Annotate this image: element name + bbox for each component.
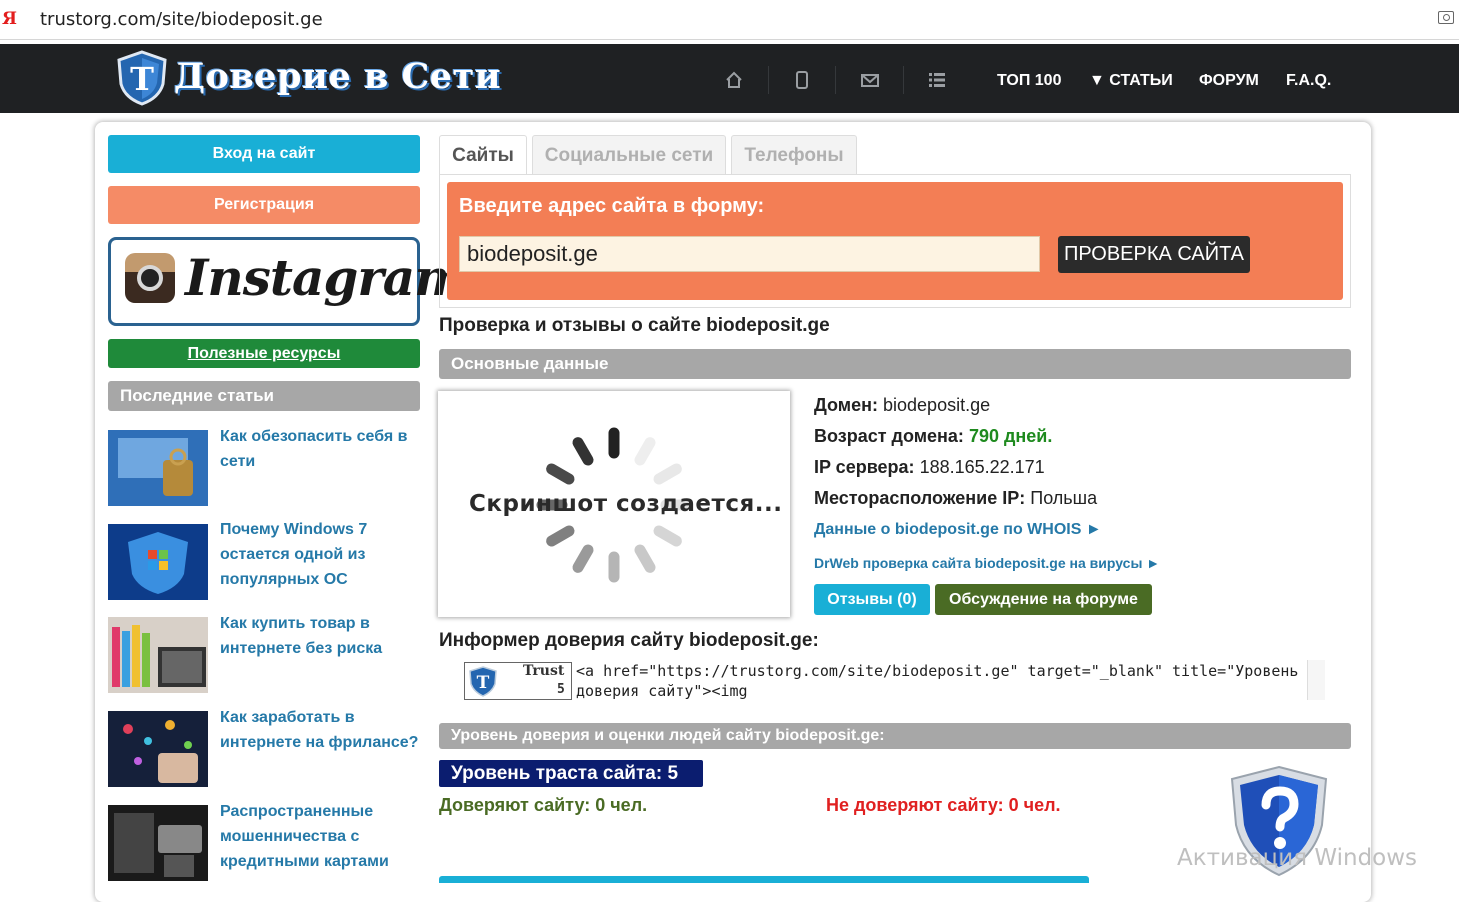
article-link[interactable]: Как купить товар в интернете без риска — [220, 611, 420, 661]
article-link[interactable]: Почему Windows 7 остается одной из попул… — [220, 517, 420, 592]
trust-section-header: Уровень доверия и оценки людей сайту bio… — [439, 723, 1351, 749]
server-ip-row: IP сервера: 188.165.22.171 — [814, 457, 1045, 478]
logo-letter: Т — [130, 60, 154, 98]
nav-articles[interactable]: ▼ СТАТЬИ — [1089, 72, 1173, 90]
nav-forum[interactable]: ФОРУМ — [1199, 72, 1259, 90]
yandex-icon: Я — [2, 9, 17, 29]
domain-row: Домен: biodeposit.ge — [814, 395, 990, 416]
article-thumbnail[interactable] — [108, 805, 208, 881]
trust-logo-icon: Т — [469, 666, 497, 697]
register-button[interactable]: Регистрация — [108, 186, 420, 224]
informer-heading: Информер доверия сайту biodeposit.ge: — [439, 630, 819, 651]
basic-data-header: Основные данные — [439, 349, 1351, 379]
instagram-icon — [125, 253, 175, 303]
article-thumbnail[interactable] — [108, 524, 208, 600]
article-link[interactable]: Как обезопасить себя в сети — [220, 424, 420, 474]
tab-phones[interactable]: Телефоны — [731, 135, 857, 175]
trust-yes-count: Доверяют сайту: 0 чел. — [439, 795, 648, 815]
textarea-scrollbar[interactable] — [1307, 660, 1325, 700]
badge-logo-letter: Т — [477, 673, 490, 693]
ip-label: IP сервера: — [814, 457, 915, 477]
drweb-link[interactable]: DrWeb проверка сайта biodeposit.ge на ви… — [814, 555, 1160, 571]
nav-faq[interactable]: F.A.Q. — [1286, 72, 1331, 90]
form-label: Введите адрес сайта в форму: — [459, 195, 765, 217]
nav-separator — [903, 66, 904, 94]
home-icon[interactable] — [724, 70, 744, 90]
screenshot-placeholder: Скриншот создается... — [438, 391, 790, 617]
article-thumbnail[interactable] — [108, 617, 208, 693]
useful-resources-link[interactable]: Полезные ресурсы — [108, 339, 420, 368]
tab-sites[interactable]: Сайты — [439, 135, 527, 175]
nav-top100[interactable]: ТОП 100 — [997, 72, 1061, 90]
forum-discussion-button[interactable]: Обсуждение на форуме — [935, 584, 1152, 615]
site-title[interactable]: Доверие в Сети — [174, 56, 501, 97]
login-button[interactable]: Вход на сайт — [108, 135, 420, 173]
instagram-label: Instagram — [185, 248, 467, 307]
informer-code-textarea[interactable]: <a href="https://trustorg.com/site/biode… — [574, 660, 1326, 700]
trust-no-count: Не доверяют сайту: 0 чел. — [826, 795, 1061, 815]
check-site-button[interactable]: ПРОВЕРКА САЙТА — [1058, 236, 1250, 273]
whois-link[interactable]: Данные о biodeposit.ge по WHOIS ► — [814, 521, 1102, 539]
badge-trust-number: 5 — [557, 682, 565, 697]
mail-icon[interactable] — [860, 70, 880, 90]
trust-informer-badge: Т Trust 5 — [464, 662, 572, 700]
mobile-icon[interactable] — [792, 70, 812, 90]
domain-label: Домен: — [814, 395, 878, 415]
article-link[interactable]: Распространенные мошенничества с кредитн… — [220, 799, 420, 874]
site-logo-shield[interactable]: Т — [115, 50, 169, 106]
article-thumbnail[interactable] — [108, 430, 208, 506]
age-value: 790 дней. — [968, 426, 1053, 446]
site-address-input[interactable] — [459, 236, 1040, 272]
last-articles-header: Последние статьи — [108, 381, 420, 411]
age-label: Возраст домена: — [814, 426, 964, 446]
ip-location-row: Месторасположение IP: Польша — [814, 488, 1097, 509]
url-text[interactable]: trustorg.com/site/biodeposit.ge — [40, 9, 323, 30]
instagram-banner[interactable]: Instagram — [108, 237, 467, 326]
screenshot-icon[interactable] — [1438, 11, 1454, 24]
tab-social-networks[interactable]: Социальные сети — [532, 135, 726, 175]
page-heading: Проверка и отзывы о сайте biodeposit.ge — [439, 315, 830, 336]
location-label: Месторасположение IP: — [814, 488, 1026, 508]
nav-separator — [768, 66, 769, 94]
list-icon[interactable] — [927, 70, 947, 90]
reviews-button[interactable]: Отзывы (0) — [814, 584, 930, 615]
trust-level-badge: Уровень траста сайта: 5 — [439, 760, 703, 787]
domain-value: biodeposit.ge — [883, 395, 991, 415]
nav-separator — [835, 66, 836, 94]
domain-age-row: Возраст домена: 790 дней. — [814, 426, 1052, 447]
bottom-action-bar[interactable] — [439, 876, 1089, 883]
windows-activation-watermark: Активация Windows — [1177, 845, 1418, 871]
ip-value: 188.165.22.171 — [919, 457, 1045, 477]
badge-trust-label: Trust — [523, 663, 565, 679]
article-link[interactable]: Как заработать в интернете на фрилансе? — [220, 705, 420, 755]
browser-url-bar[interactable]: Я trustorg.com/site/biodeposit.ge — [0, 0, 1459, 40]
article-thumbnail[interactable] — [108, 711, 208, 787]
location-value: Польша — [1030, 488, 1098, 508]
screenshot-status: Скриншот создается... — [469, 491, 783, 517]
